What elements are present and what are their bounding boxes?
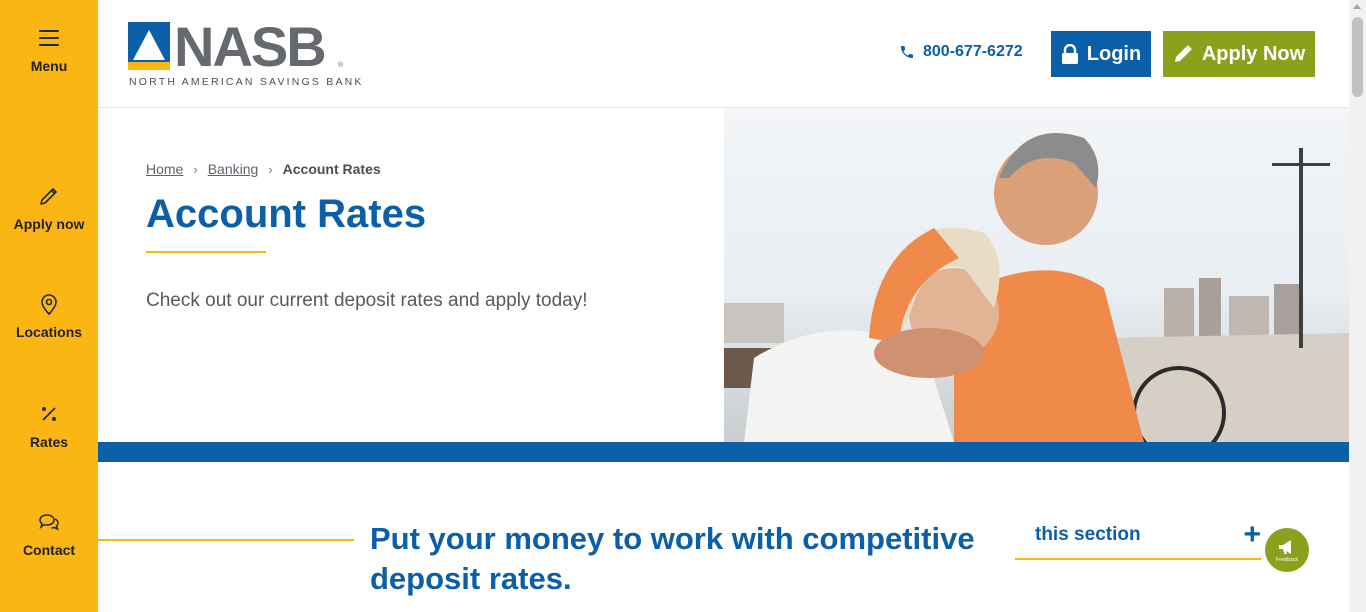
apply-now-button[interactable]: Apply Now — [1163, 31, 1315, 77]
section-toggle-label: this section — [1035, 524, 1141, 545]
hero-photo-illustration — [724, 133, 1349, 442]
nasb-logo[interactable]: NASB ® NORTH AMERICAN SAVINGS BANK — [128, 15, 361, 90]
menu-icon — [39, 30, 59, 46]
logo-mark-icon — [128, 22, 170, 70]
chevron-right-icon: › — [268, 161, 273, 177]
sidebar-item-apply-now[interactable]: Apply now — [0, 184, 98, 234]
logo-subtitle: NORTH AMERICAN SAVINGS BANK — [129, 76, 364, 88]
site-header: NASB ® NORTH AMERICAN SAVINGS BANK 800-6… — [98, 0, 1349, 108]
section-accordion-toggle[interactable]: this section + — [1015, 516, 1261, 560]
login-button[interactable]: Login — [1051, 31, 1151, 77]
logo-registered-mark: ® — [338, 62, 344, 69]
breadcrumb: Home › Banking › Account Rates — [146, 161, 381, 177]
hero-photo-couple — [724, 108, 1349, 442]
sidebar-item-label: Locations — [15, 324, 83, 340]
location-pin-icon — [41, 294, 57, 316]
sidebar-item-label: Menu — [30, 58, 68, 74]
sidebar-item-locations[interactable]: Locations — [0, 292, 98, 342]
hero-content: Home › Banking › Account Rates Account R… — [98, 108, 724, 442]
sidebar-item-contact[interactable]: Contact — [0, 510, 98, 560]
page-title: Account Rates — [146, 192, 427, 236]
phone-icon — [901, 46, 913, 58]
sidebar-nav: Menu Apply now Locations Rates Contact — [0, 0, 98, 612]
sidebar-item-label: Apply now — [13, 216, 85, 232]
feedback-button[interactable]: Feedback — [1265, 528, 1309, 572]
page-scrollbar[interactable] — [1349, 0, 1366, 612]
sidebar-item-label: Contact — [22, 542, 76, 558]
sidebar-item-label: Rates — [29, 434, 69, 450]
phone-number: 800-677-6272 — [923, 43, 1023, 60]
logo-wordmark: NASB — [174, 15, 327, 78]
section-accent-rule — [98, 539, 354, 541]
sidebar-item-rates[interactable]: Rates — [0, 402, 98, 452]
lock-icon — [1061, 44, 1078, 64]
hero-divider-band — [98, 442, 1349, 462]
login-label: Login — [1086, 42, 1142, 65]
breadcrumb-current: Account Rates — [282, 161, 381, 177]
chat-icon — [39, 514, 59, 531]
apply-now-label: Apply Now — [1201, 42, 1306, 65]
section-heading: Put your money to work with competitive … — [370, 521, 975, 596]
hero-subtitle: Check out our current deposit rates and … — [146, 290, 588, 311]
breadcrumb-banking-link[interactable]: Banking — [208, 161, 259, 177]
scrollbar-thumb[interactable] — [1352, 17, 1363, 97]
pencil-icon — [1174, 45, 1192, 62]
pencil-icon — [40, 188, 57, 205]
scroll-up-arrow-icon[interactable] — [1353, 4, 1361, 9]
feedback-label: Feedback — [1276, 556, 1298, 563]
sidebar-item-menu[interactable]: Menu — [0, 26, 98, 76]
percent-icon — [42, 407, 56, 421]
title-underline — [146, 251, 266, 253]
chevron-right-icon: › — [193, 161, 198, 177]
breadcrumb-home-link[interactable]: Home — [146, 161, 183, 177]
megaphone-icon — [1279, 539, 1291, 554]
phone-link[interactable]: 800-677-6272 — [899, 43, 1023, 61]
plus-icon: + — [1243, 518, 1261, 551]
